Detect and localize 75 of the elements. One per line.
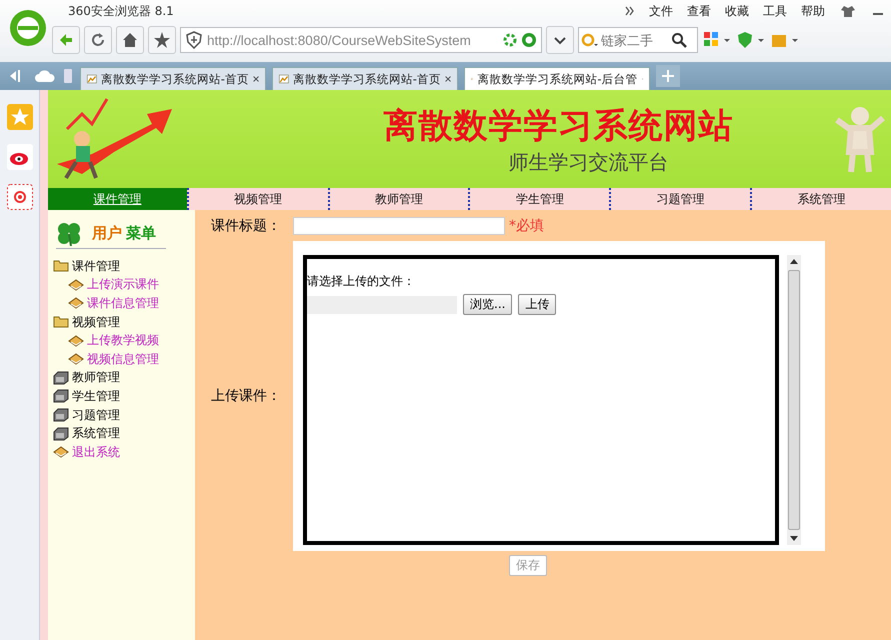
browser-logo-icon	[8, 8, 48, 48]
file-path-field[interactable]	[307, 296, 457, 314]
menu-item[interactable]: 视频信息管理	[87, 350, 159, 368]
search-engine-icon	[581, 32, 601, 48]
drawer-icon	[53, 407, 69, 424]
refresh-icon	[89, 31, 107, 49]
double-chevron-icon[interactable]	[625, 6, 635, 16]
menu-item[interactable]: 系统管理	[72, 425, 120, 442]
menu-item[interactable]: 收藏	[725, 2, 749, 20]
menu-item[interactable]: 文件	[649, 2, 673, 20]
favorite-button[interactable]	[148, 26, 176, 54]
book-icon	[68, 332, 84, 349]
browser-e-icon	[521, 32, 537, 48]
scroll-down-icon	[790, 536, 798, 542]
home-button[interactable]	[116, 26, 144, 54]
menu-item[interactable]: 课件信息管理	[87, 294, 159, 312]
menu-item[interactable]: 习题管理	[72, 406, 120, 424]
upload-button[interactable]: 上传	[518, 294, 556, 315]
site-subtitle: 师生学习交流平台	[508, 148, 668, 176]
site-title: 离散数学学习系统网站	[384, 104, 734, 148]
search-field[interactable]: 链家二手	[578, 27, 698, 53]
browse-button[interactable]: 浏览...	[463, 294, 512, 315]
menu-item[interactable]: 视频管理	[72, 314, 120, 331]
clover-icon	[56, 220, 82, 246]
figure-drawing	[835, 104, 885, 174]
tab-title: 离散数学学习系统网站-首页	[100, 72, 249, 86]
book-icon	[68, 295, 84, 312]
folder-icon	[53, 258, 69, 274]
field-label: 上传课件：	[211, 387, 282, 405]
menu-title-part: 菜单	[126, 224, 156, 242]
address-bar[interactable]: http://localhost:8080/CourseWebSiteSystem	[180, 27, 542, 53]
menu-item[interactable]: 查看	[687, 2, 711, 20]
browser-tab[interactable]: 离散数学学习系统网站-首页	[80, 67, 266, 90]
title-input-field[interactable]	[293, 217, 505, 235]
menu-item[interactable]: 工具	[763, 2, 787, 20]
drawer-icon	[53, 426, 69, 442]
menu-item[interactable]: 课件管理	[72, 258, 120, 275]
phone-icon[interactable]	[62, 68, 74, 84]
menu-title-part: 用户	[92, 224, 122, 242]
dropdown-button[interactable]	[546, 26, 574, 54]
tab-title: 离散数学学习系统网站-后台管	[477, 72, 638, 86]
cloud-icon[interactable]	[34, 68, 56, 84]
shirt-icon[interactable]	[839, 3, 857, 19]
star-icon	[153, 31, 171, 49]
scrollbar[interactable]	[787, 255, 801, 545]
folder-icon	[53, 314, 69, 330]
menu-item[interactable]: 帮助	[801, 2, 825, 20]
refresh-button[interactable]	[84, 26, 112, 54]
menu-item[interactable]: 上传演示课件	[87, 276, 159, 294]
upload-prompt: 请选择上传的文件：	[307, 273, 416, 290]
book-icon	[68, 276, 84, 293]
tab-title: 离散数学学习系统网站-首页	[292, 72, 441, 86]
drawer-icon	[53, 388, 69, 404]
search-icon	[671, 32, 687, 48]
book-icon	[68, 351, 84, 368]
menu-item[interactable]: 退出系统	[72, 444, 120, 461]
nav-tab[interactable]: 课件管理	[48, 188, 187, 210]
shield-icon	[185, 31, 203, 49]
menu-item[interactable]: 学生管理	[72, 388, 120, 405]
field-label: 课件标题：	[211, 217, 282, 235]
address-text: http://localhost:8080/CourseWebSiteSystem	[207, 32, 472, 48]
required-note: *必填	[509, 217, 544, 235]
home-icon	[121, 31, 139, 49]
menu-item[interactable]: 上传教学视频	[87, 332, 159, 350]
drawer-icon	[53, 370, 69, 386]
browser-tab[interactable]: 离散数学学习系统网站-首页	[272, 67, 458, 90]
menu-item[interactable]: 教师管理	[72, 369, 120, 386]
back-button[interactable]	[52, 26, 80, 54]
book-icon	[53, 444, 69, 460]
loading-icon	[503, 33, 517, 47]
new-tab-icon[interactable]	[656, 65, 680, 87]
scroll-thumb[interactable]	[788, 270, 800, 530]
browser-tab[interactable]: 离散数学学习系统网站-后台管	[464, 67, 650, 90]
scroll-up-icon	[790, 258, 798, 264]
browser-title: 360安全浏览器 8.1	[68, 2, 174, 20]
